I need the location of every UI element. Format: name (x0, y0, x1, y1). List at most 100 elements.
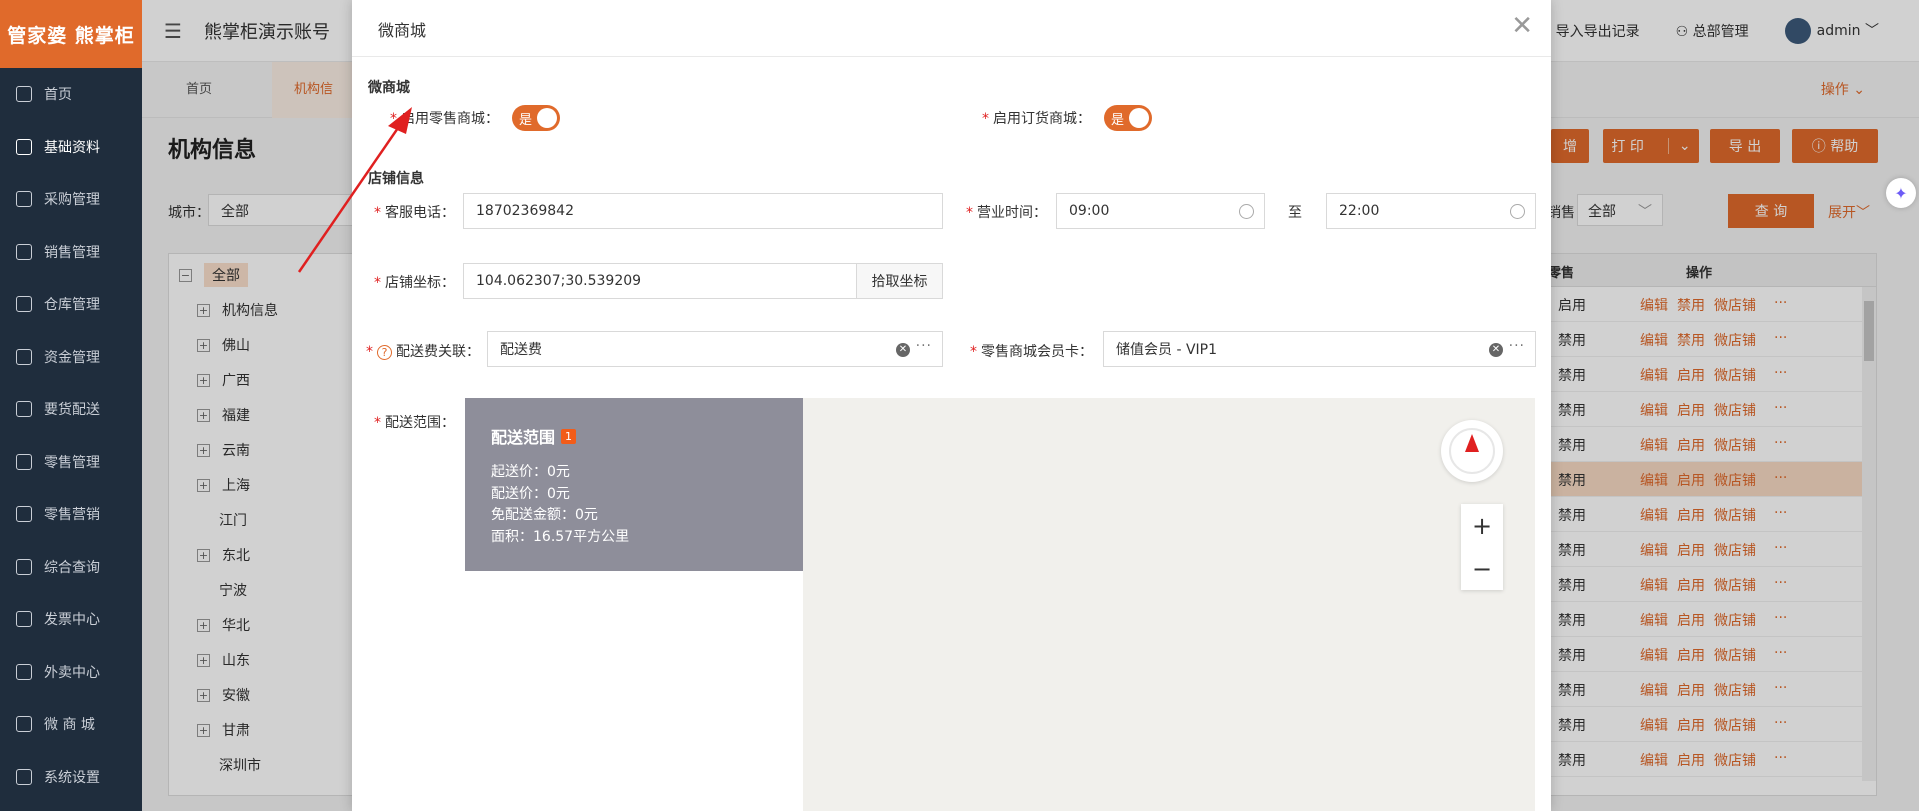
home-icon (16, 138, 32, 155)
delivery-range-label-text: 配送范围 (385, 415, 441, 431)
retail-mall-toggle[interactable]: 是 (512, 105, 560, 131)
delivery-fee-label: *? 配送费关联： (366, 344, 480, 360)
assistant-icon[interactable]: ✦ (1886, 178, 1916, 208)
sidebar-item[interactable]: 零售营销 (0, 488, 142, 541)
globe-icon (16, 86, 32, 103)
order-mall-toggle[interactable]: 是 (1104, 105, 1152, 131)
retail-mall-label-text: 启用零售商城 (401, 111, 485, 127)
hours-end-input[interactable]: 22:00 (1326, 193, 1536, 229)
sidebar-item-label: 销售管理 (44, 244, 100, 261)
bar-chart-icon (16, 558, 32, 575)
close-icon[interactable]: ✕ (1511, 12, 1533, 40)
dialog-title: 微商城 (378, 21, 427, 40)
service-phone-label-text: 客服电话 (385, 205, 441, 221)
shop-bag-icon (16, 716, 32, 733)
zone-title: 配送范围 1 (491, 424, 777, 448)
member-card-select[interactable]: 储值会员 - VIP1 ✕ ··· (1103, 331, 1536, 367)
toggle-knob (537, 108, 557, 128)
clock-icon (1510, 204, 1525, 219)
section-title-mall: 微商城 (368, 80, 410, 96)
question-icon[interactable]: ? (377, 345, 392, 360)
sidebar: 管家婆 熊掌柜 首页基础资料采购管理销售管理仓库管理资金管理要货配送零售管理零售… (0, 0, 142, 811)
clear-icon[interactable]: ✕ (896, 343, 910, 357)
delivery-fee-value: 配送费 (500, 342, 542, 358)
delivery-range-map[interactable]: 配送范围 1 起送价：0元 配送价：0元 免配送金额：0元 面积：16.57平方公… (465, 398, 1535, 811)
sidebar-item-label: 系统设置 (44, 769, 100, 786)
sidebar-item[interactable]: 综合查询 (0, 541, 142, 594)
sidebar-item-label: 仓库管理 (44, 297, 100, 314)
delivery-fee-label-text: 配送费关联 (396, 344, 466, 360)
member-card-label-text: 零售商城会员卡 (981, 344, 1079, 360)
sidebar-item-label: 资金管理 (44, 349, 100, 366)
dialog-header: 微商城 ✕ (352, 0, 1551, 57)
zoom-out-icon[interactable]: − (1461, 547, 1503, 590)
clear-icon[interactable]: ✕ (1489, 343, 1503, 357)
sidebar-item-label: 要货配送 (44, 402, 100, 419)
money-icon (16, 348, 32, 365)
compass-icon[interactable] (1441, 420, 1503, 482)
sidebar-nav: 首页基础资料采购管理销售管理仓库管理资金管理要货配送零售管理零售营销综合查询发票… (0, 68, 142, 803)
business-hours-label: * 营业时间： (966, 205, 1047, 221)
delivery-icon (16, 401, 32, 418)
zone-area: 面积：16.57平方公里 (491, 528, 630, 545)
sidebar-item[interactable]: 要货配送 (0, 383, 142, 436)
hours-start-input[interactable]: 09:00 (1056, 193, 1265, 229)
clock-icon (1239, 204, 1254, 219)
hours-to-label: 至 (1288, 205, 1302, 221)
hours-start-value: 09:00 (1069, 203, 1110, 219)
toggle-knob (1129, 108, 1149, 128)
sidebar-item-label: 首页 (44, 87, 72, 104)
zoom-in-icon[interactable]: + (1461, 504, 1503, 547)
service-phone-label: * 客服电话： (374, 205, 455, 221)
invoice-icon (16, 611, 32, 628)
sidebar-item-label: 零售营销 (44, 507, 100, 524)
warehouse-icon (16, 296, 32, 313)
order-mall-label: * 启用订货商城： (982, 111, 1091, 127)
sidebar-item[interactable]: 系统设置 (0, 751, 142, 804)
settings-icon (16, 768, 32, 785)
compass-needle (1465, 434, 1479, 452)
shop-coord-label-text: 店铺坐标 (385, 275, 441, 291)
section-title-shop: 店铺信息 (368, 171, 424, 187)
zone-min-price: 起送价：0元 (491, 464, 570, 480)
sidebar-item[interactable]: 首页 (0, 68, 142, 121)
takeaway-icon (16, 663, 32, 680)
sidebar-item-label: 外卖中心 (44, 664, 100, 681)
business-hours-label-text: 营业时间 (977, 205, 1033, 221)
shop-coord-label: * 店铺坐标： (374, 275, 455, 291)
cart-icon (16, 191, 32, 208)
sidebar-item[interactable]: 销售管理 (0, 226, 142, 279)
sidebar-item[interactable]: 资金管理 (0, 331, 142, 384)
sidebar-item-label: 微 商 城 (44, 717, 95, 734)
sidebar-item-label: 综合查询 (44, 559, 100, 576)
more-icon[interactable]: ··· (1509, 338, 1525, 354)
sidebar-item[interactable]: 微 商 城 (0, 698, 142, 751)
shop-coord-input[interactable]: 104.062307;30.539209 (463, 263, 857, 299)
sidebar-item[interactable]: 外卖中心 (0, 646, 142, 699)
member-card-label: * 零售商城会员卡： (970, 344, 1093, 360)
pick-coord-button[interactable]: 拾取坐标 (857, 263, 943, 299)
chart-icon (16, 453, 32, 470)
sidebar-item-label: 采购管理 (44, 192, 100, 209)
sidebar-item[interactable]: 仓库管理 (0, 278, 142, 331)
zone-title-text: 配送范围 (491, 428, 556, 447)
sidebar-item-label: 发票中心 (44, 612, 100, 629)
retail-mall-label: * 启用零售商城： (390, 111, 499, 127)
delivery-range-label: * 配送范围： (374, 415, 455, 431)
delivery-zone-card[interactable]: 配送范围 1 起送价：0元 配送价：0元 免配送金额：0元 面积：16.57平方公… (465, 398, 803, 571)
sidebar-item[interactable]: 发票中心 (0, 593, 142, 646)
member-card-value: 储值会员 - VIP1 (1116, 342, 1218, 358)
order-mall-label-text: 启用订货商城 (993, 111, 1077, 127)
app-logo: 管家婆 熊掌柜 (0, 0, 142, 68)
sidebar-item[interactable]: 零售管理 (0, 436, 142, 489)
delivery-fee-select[interactable]: 配送费 ✕ ··· (487, 331, 943, 367)
retail-mall-toggle-text: 是 (519, 113, 533, 128)
sidebar-item[interactable]: 采购管理 (0, 173, 142, 226)
zoom-control: + − (1461, 504, 1503, 590)
sidebar-item-label: 基础资料 (44, 139, 100, 156)
sidebar-item[interactable]: 基础资料 (0, 121, 142, 174)
more-icon[interactable]: ··· (916, 338, 932, 354)
sales-icon (16, 243, 32, 260)
service-phone-input[interactable]: 18702369842 (463, 193, 943, 229)
order-mall-toggle-text: 是 (1111, 113, 1125, 128)
